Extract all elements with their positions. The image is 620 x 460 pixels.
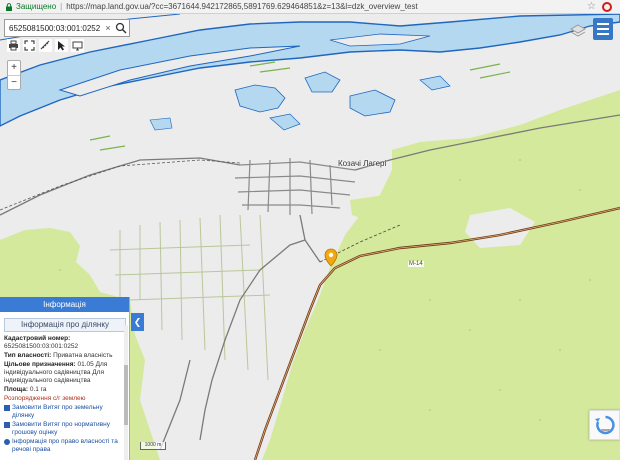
layers-icon[interactable] <box>570 23 586 39</box>
info-panel: Інформація Інформація про ділянку Кадаст… <box>0 297 130 460</box>
cadastral-label: Кадастровий номер: <box>4 335 71 342</box>
zoom-out-button[interactable]: − <box>8 75 20 89</box>
cadastral-value: 6525081500:03:001:0252 <box>4 343 79 350</box>
screenshot-icon[interactable] <box>71 39 84 52</box>
zoom-control: + − <box>7 60 21 90</box>
map-toolbar <box>7 39 84 52</box>
ownership-value: Приватна власність <box>53 352 113 359</box>
measure-icon[interactable] <box>39 39 52 52</box>
recaptcha-icon[interactable] <box>589 410 620 440</box>
land-use-link[interactable]: Розпорядження с/г землею <box>4 395 123 403</box>
pointer-icon[interactable] <box>55 39 68 52</box>
url-text[interactable]: https://map.land.gov.ua/?cc=3671644.9421… <box>66 2 606 11</box>
collapse-panel-button[interactable]: ❮ <box>131 313 144 331</box>
document-icon <box>4 422 10 428</box>
panel-scrollbar[interactable] <box>124 325 128 460</box>
zoom-in-button[interactable]: + <box>8 61 20 75</box>
area-label: Площа: <box>4 386 29 393</box>
document-icon <box>4 405 10 411</box>
rights-info-link[interactable]: Інформація про право власності та речові… <box>4 438 123 454</box>
bookmark-star-icon[interactable]: ☆ <box>587 1 596 12</box>
scale-bar: 1000 m <box>140 442 166 450</box>
print-icon[interactable] <box>7 39 20 52</box>
address-bar[interactable]: Защищено | https://map.land.gov.ua/?cc=3… <box>0 0 620 14</box>
area-value: 0.1 га <box>29 386 47 393</box>
cadastral-search-box[interactable]: × <box>4 19 130 37</box>
url-separator: | <box>60 2 63 11</box>
place-label: Козачі Лагері <box>338 159 387 168</box>
order-extract-link[interactable]: Замовити Витяг про земельну ділянку <box>4 404 123 420</box>
clear-icon[interactable]: × <box>103 23 113 33</box>
parcel-details: Кадастровий номер: 6525081500:03:001:0252… <box>0 335 129 454</box>
search-icon[interactable] <box>115 22 127 34</box>
browser-logo-icon[interactable] <box>602 2 612 12</box>
purpose-label: Цільове призначення: <box>4 361 76 368</box>
panel-header: Інформація <box>0 297 129 312</box>
search-input[interactable] <box>5 23 103 33</box>
menu-button[interactable] <box>593 18 613 40</box>
info-icon <box>4 439 10 445</box>
order-valuation-link[interactable]: Замовити Витяг про нормативну грошову оц… <box>4 421 123 437</box>
parcel-info-button[interactable]: Інформація про ділянку <box>4 318 126 332</box>
road-label: М-14 <box>408 261 424 267</box>
ownership-label: Тип власності: <box>4 352 52 359</box>
lock-icon <box>6 2 12 11</box>
menu-icon <box>597 23 609 25</box>
secure-label: Защищено <box>16 2 57 11</box>
full-extent-icon[interactable] <box>23 39 36 52</box>
